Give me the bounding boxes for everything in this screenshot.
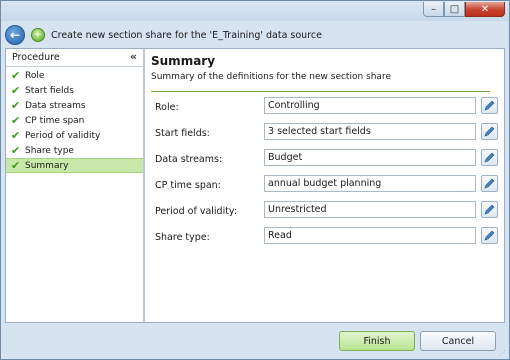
edit-cp-time-span-button[interactable]	[481, 175, 498, 192]
page-title: Summary	[151, 54, 216, 68]
edit-start-fields-button[interactable]	[481, 123, 498, 140]
sidebar-item-share-type[interactable]: ✔ Share type	[6, 143, 143, 158]
minimize-icon: –	[431, 4, 436, 15]
data-streams-field: Budget	[264, 149, 476, 166]
procedure-header: Procedure «	[6, 49, 143, 67]
window-controls: – □ ✕	[423, 2, 505, 17]
close-icon: ✕	[480, 4, 490, 15]
finish-button[interactable]: Finish	[339, 331, 415, 351]
checkmark-icon: ✔	[11, 84, 21, 97]
checkmark-icon: ✔	[11, 144, 21, 157]
title-bar: – □ ✕	[1, 1, 509, 21]
minimize-button[interactable]: –	[423, 2, 444, 17]
wizard-content: Procedure « ✔ Role ✔ Start fields ✔ Data st…	[5, 48, 505, 323]
page-subtitle: Summary of the definitions for the new s…	[151, 72, 391, 82]
sidebar-item-role[interactable]: ✔ Role	[6, 68, 143, 83]
wizard-nav-bar: ← + Create new section share for the 'E_…	[5, 23, 505, 47]
share-type-field: Read	[264, 227, 476, 244]
back-arrow-icon: ←	[9, 28, 21, 42]
pencil-icon	[484, 230, 495, 241]
pencil-icon	[484, 152, 495, 163]
cp-time-span-label: CP time span:	[155, 180, 221, 191]
share-type-label: Share type:	[155, 232, 210, 243]
sidebar-item-label: Data streams	[25, 100, 86, 111]
sidebar-item-label: Period of validity	[25, 130, 101, 141]
sidebar-item-label: Role	[25, 70, 45, 81]
start-fields-label: Start fields:	[155, 128, 210, 139]
edit-data-streams-button[interactable]	[481, 149, 498, 166]
pencil-icon	[484, 100, 495, 111]
sidebar-item-label: Share type	[25, 145, 74, 156]
procedure-list: ✔ Role ✔ Start fields ✔ Data streams ✔ CP ti…	[6, 67, 143, 173]
title-divider	[151, 91, 490, 92]
data-streams-label: Data streams:	[155, 154, 223, 165]
back-button[interactable]: ←	[5, 25, 25, 45]
cp-time-span-field: annual budget planning	[264, 175, 476, 192]
procedure-title: Procedure	[12, 52, 60, 63]
role-field: Controlling	[264, 97, 476, 114]
pencil-icon	[484, 126, 495, 137]
sidebar-item-start-fields[interactable]: ✔ Start fields	[6, 83, 143, 98]
maximize-button[interactable]: □	[444, 2, 465, 17]
period-of-validity-label: Period of validity:	[155, 206, 238, 217]
edit-role-button[interactable]	[481, 97, 498, 114]
maximize-icon: □	[449, 4, 460, 15]
pencil-icon	[484, 178, 495, 189]
resize-grip-icon[interactable]: ⋰	[499, 349, 507, 357]
sidebar-item-label: Summary	[25, 160, 69, 171]
edit-share-type-button[interactable]	[481, 227, 498, 244]
sidebar-item-label: Start fields	[25, 85, 74, 96]
start-fields-field: 3 selected start fields	[264, 123, 476, 140]
edit-period-of-validity-button[interactable]	[481, 201, 498, 218]
close-button[interactable]: ✕	[465, 2, 505, 17]
checkmark-icon: ✔	[11, 129, 21, 142]
sidebar-item-summary[interactable]: ✔ Summary	[6, 158, 143, 173]
pencil-icon	[484, 204, 495, 215]
checkmark-icon: ✔	[11, 114, 21, 127]
procedure-sidebar: Procedure « ✔ Role ✔ Start fields ✔ Data st…	[6, 49, 145, 322]
summary-panel: Summary Summary of the definitions for t…	[145, 49, 504, 322]
sidebar-item-period-of-validity[interactable]: ✔ Period of validity	[6, 128, 143, 143]
role-label: Role:	[155, 102, 179, 113]
period-of-validity-field: Unrestricted	[264, 201, 476, 218]
wizard-window: – □ ✕ ← + Create new section share for t…	[0, 0, 510, 360]
wizard-title: Create new section share for the 'E_Trai…	[51, 29, 322, 41]
dialog-footer: Finish Cancel ⋰	[1, 324, 509, 359]
checkmark-icon: ✔	[11, 99, 21, 112]
checkmark-icon: ✔	[11, 159, 21, 172]
collapse-icon[interactable]: «	[130, 50, 137, 63]
checkmark-icon: ✔	[11, 69, 21, 82]
cancel-button[interactable]: Cancel	[420, 331, 496, 351]
sidebar-item-data-streams[interactable]: ✔ Data streams	[6, 98, 143, 113]
green-plus-icon: +	[31, 28, 45, 42]
sidebar-item-label: CP time span	[25, 115, 85, 126]
sidebar-item-cp-time-span[interactable]: ✔ CP time span	[6, 113, 143, 128]
